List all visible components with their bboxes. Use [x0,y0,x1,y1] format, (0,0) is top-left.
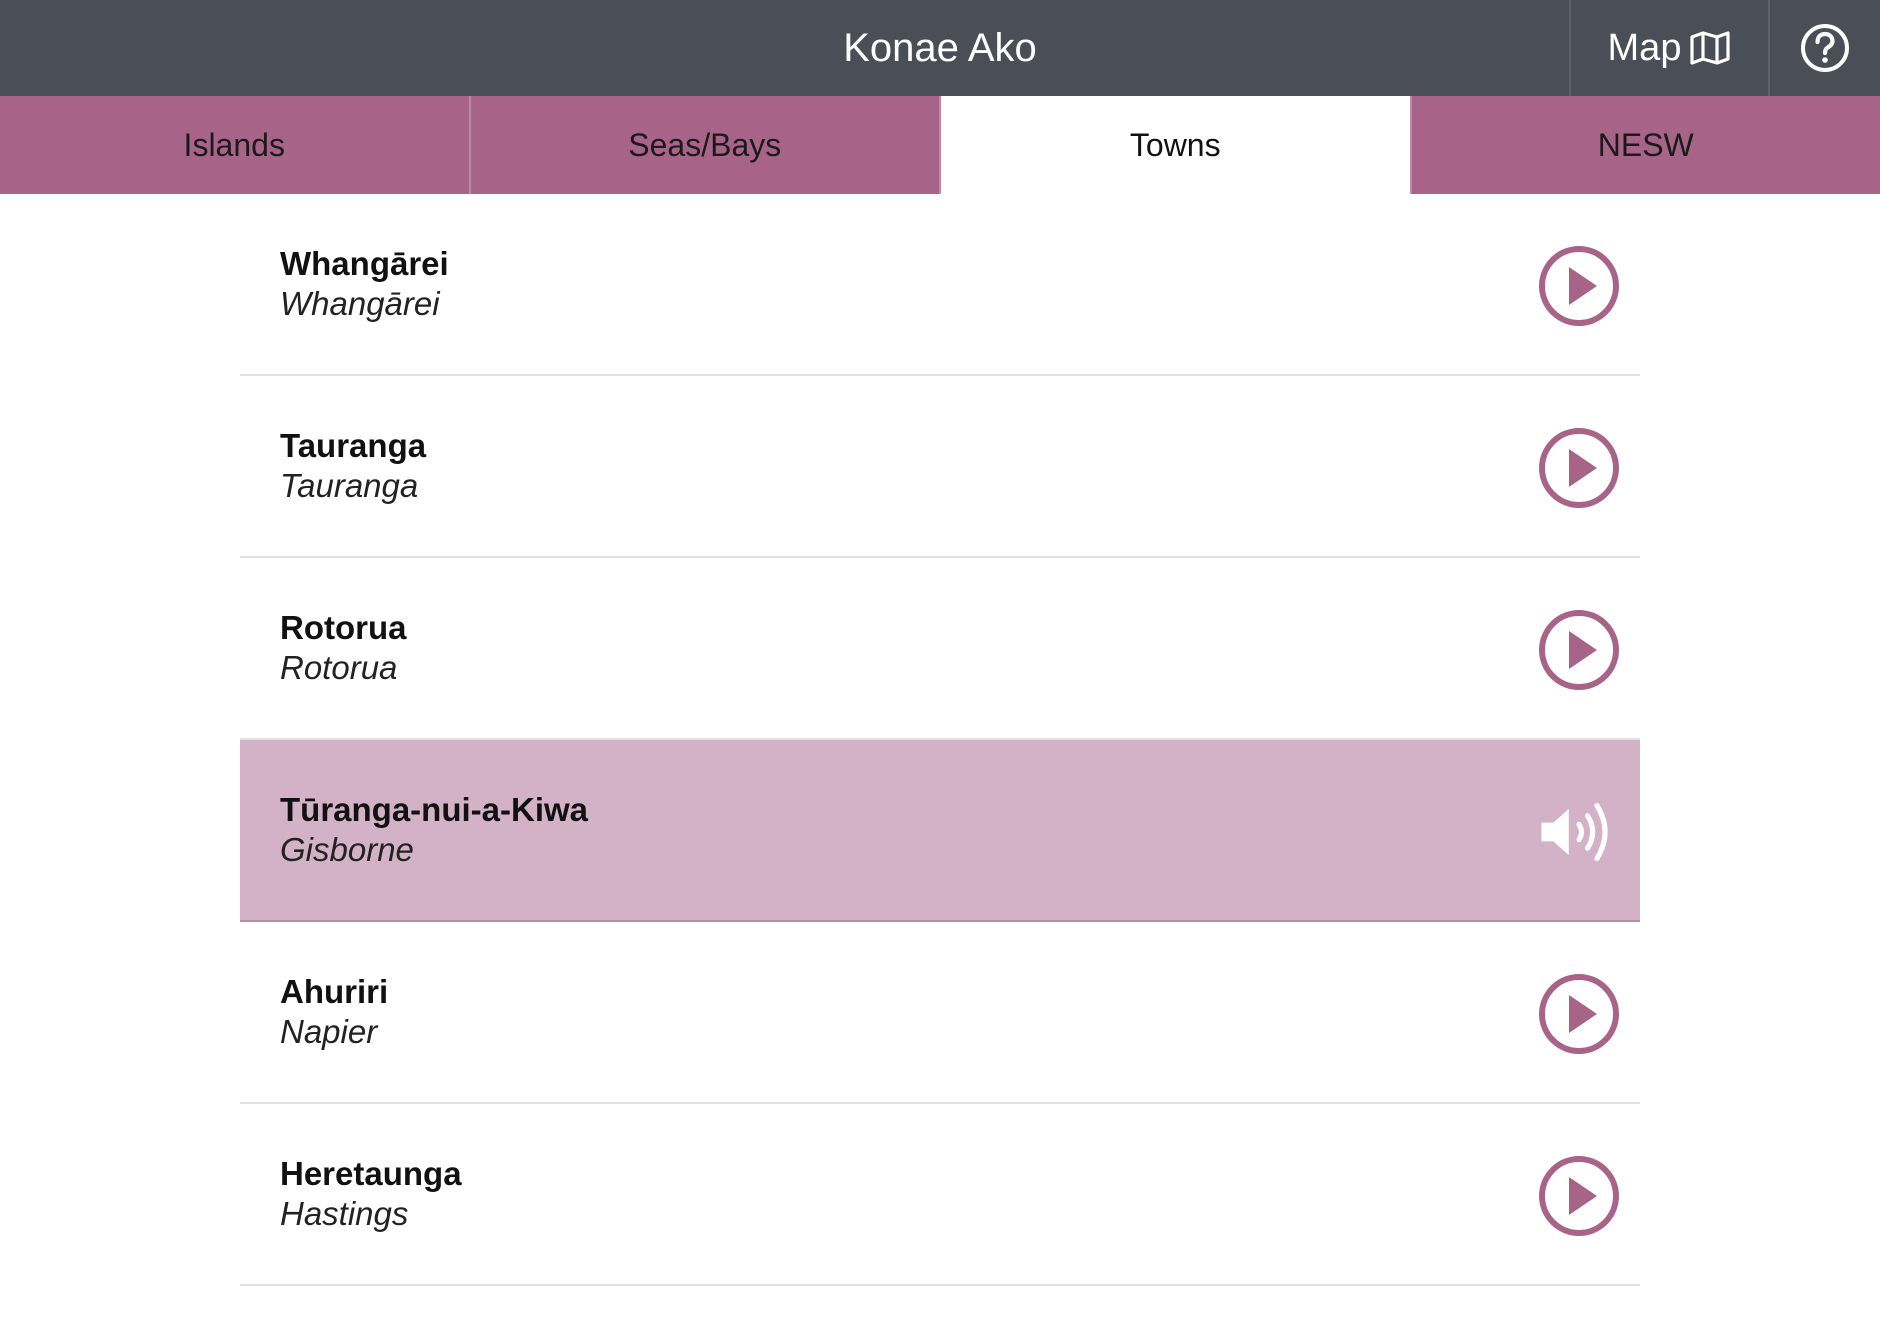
category-tabs: Islands Seas/Bays Towns NESW [0,96,1880,194]
help-button[interactable] [1768,0,1880,96]
maori-name: Tūranga-nui-a-Kiwa [280,791,589,828]
play-icon [1539,428,1619,508]
speaker-icon [1541,802,1608,862]
speaker-button[interactable] [1538,791,1620,873]
english-name: Tauranga [280,467,419,504]
maori-name: Ahuriri [280,973,389,1010]
play-icon [1539,610,1619,690]
app-header: Konae Ako Map [0,0,1880,96]
tab-nesw[interactable]: NESW [1411,96,1880,194]
english-name: Hastings [280,1195,409,1232]
maori-name: Heretaunga [280,1155,462,1192]
list-item[interactable]: Rotorua Rotorua [240,558,1640,740]
play-icon [1539,1156,1619,1236]
maori-name: Whangārei [280,245,449,282]
list-item[interactable]: Whangārei Whangārei [240,194,1640,376]
english-name: Rotorua [280,649,398,686]
list-item[interactable]: Heretaunga Hastings [240,1104,1640,1286]
help-icon [1801,24,1849,72]
list-item[interactable]: Ahuriri Napier [240,922,1640,1104]
tab-islands[interactable]: Islands [0,96,471,194]
english-name: Napier [280,1013,378,1050]
tab-towns[interactable]: Towns [941,96,1412,194]
play-button[interactable] [1538,609,1620,691]
tab-seas-bays[interactable]: Seas/Bays [470,96,941,194]
play-button[interactable] [1538,245,1620,327]
maori-name: Rotorua [280,609,407,646]
map-icon [1690,31,1731,65]
map-button[interactable]: Map [1569,0,1768,96]
map-button-label: Map [1607,26,1682,69]
play-button[interactable] [1538,1155,1620,1237]
play-icon [1539,246,1619,326]
list-item[interactable]: Tauranga Tauranga [240,376,1640,558]
english-name: Gisborne [280,831,414,868]
play-icon [1539,974,1619,1054]
list-item-playing[interactable]: Tūranga-nui-a-Kiwa Gisborne [240,740,1640,922]
english-name: Whangārei [280,285,440,322]
play-button[interactable] [1538,973,1620,1055]
maori-name: Tauranga [280,427,427,464]
play-button[interactable] [1538,427,1620,509]
town-list: Whangārei Whangārei Tauranga Tauranga Ro… [240,194,1640,1286]
